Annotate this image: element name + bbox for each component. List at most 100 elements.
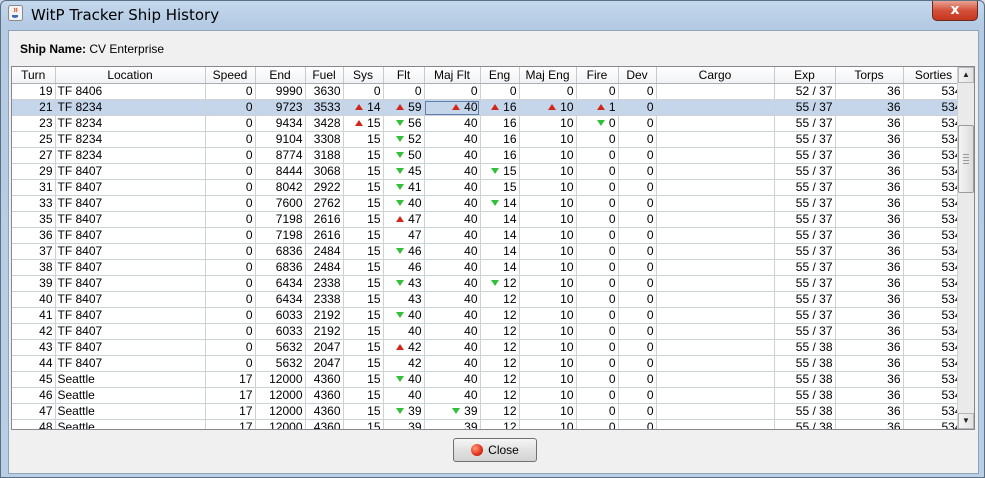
cell-dev[interactable]: 0 <box>618 243 657 260</box>
cell-speed[interactable]: 0 <box>205 211 256 228</box>
cell-eng[interactable]: 16 <box>480 147 520 164</box>
cell-dev[interactable]: 0 <box>618 147 657 164</box>
window-close-button[interactable]: x <box>932 1 978 21</box>
cell-sys[interactable]: 15 <box>343 355 384 372</box>
cell-fire[interactable]: 0 <box>576 403 619 420</box>
cell-dev[interactable]: 0 <box>618 387 657 404</box>
table-row[interactable]: 43 TF 8407 0 5632 2047 15 42 40 12 10 0 0 55 / 38 36 5… <box>12 339 965 356</box>
cell-exp[interactable]: 55 / 37 <box>774 131 836 148</box>
cell-end[interactable]: 7600 <box>255 195 306 212</box>
scroll-down-arrow-icon[interactable]: ▼ <box>958 413 974 429</box>
cell-end[interactable]: 5632 <box>255 339 306 356</box>
cell-turn[interactable]: 33 <box>12 195 56 212</box>
column-header-dev[interactable]: Dev <box>618 67 657 84</box>
cell-cargo[interactable] <box>656 355 775 372</box>
column-header-eng[interactable]: Eng <box>480 67 520 84</box>
cell-maj-eng[interactable]: 10 <box>519 403 577 420</box>
cell-maj-flt[interactable]: 39 <box>424 403 481 420</box>
table-row[interactable]: 45 Seattle 17 12000 4360 15 40 40 12 10 0 0 55 / 38 3… <box>12 371 965 388</box>
cell-eng[interactable]: 12 <box>480 371 520 388</box>
cell-dev[interactable]: 0 <box>618 131 657 148</box>
cell-cargo[interactable] <box>656 243 775 260</box>
cell-maj-eng[interactable]: 10 <box>519 355 577 372</box>
cell-fuel[interactable]: 2616 <box>305 227 344 244</box>
cell-turn[interactable]: 38 <box>12 259 56 276</box>
column-header-flt[interactable]: Flt <box>383 67 425 84</box>
cell-sys[interactable]: 15 <box>343 323 384 340</box>
scroll-up-arrow-icon[interactable]: ▲ <box>958 67 974 83</box>
cell-eng[interactable]: 14 <box>480 243 520 260</box>
cell-maj-flt[interactable]: 40 <box>424 99 481 116</box>
cell-speed[interactable]: 0 <box>205 275 256 292</box>
cell-sorties[interactable]: 534 <box>903 147 965 164</box>
cell-eng[interactable]: 14 <box>480 211 520 228</box>
cell-location[interactable]: Seattle <box>55 371 206 388</box>
cell-sys[interactable]: 15 <box>343 307 384 324</box>
cell-location[interactable]: TF 8407 <box>55 339 206 356</box>
cell-exp[interactable]: 55 / 37 <box>774 243 836 260</box>
cell-location[interactable]: TF 8234 <box>55 115 206 132</box>
cell-fire[interactable]: 0 <box>576 147 619 164</box>
cell-turn[interactable]: 35 <box>12 211 56 228</box>
cell-fuel[interactable]: 3630 <box>305 83 344 100</box>
cell-fire[interactable]: 0 <box>576 131 619 148</box>
cell-location[interactable]: TF 8407 <box>55 275 206 292</box>
cell-speed[interactable]: 0 <box>205 131 256 148</box>
column-header-fuel[interactable]: Fuel <box>305 67 344 84</box>
cell-speed[interactable]: 0 <box>205 355 256 372</box>
cell-fire[interactable]: 0 <box>576 163 619 180</box>
cell-cargo[interactable] <box>656 275 775 292</box>
cell-torps[interactable]: 36 <box>835 131 904 148</box>
cell-flt[interactable]: 59 <box>383 99 425 116</box>
cell-speed[interactable]: 0 <box>205 179 256 196</box>
cell-sorties[interactable]: 534 <box>903 227 965 244</box>
cell-sorties[interactable]: 534 <box>903 403 965 420</box>
cell-exp[interactable]: 55 / 37 <box>774 227 836 244</box>
cell-maj-eng[interactable]: 10 <box>519 227 577 244</box>
cell-speed[interactable]: 0 <box>205 163 256 180</box>
cell-dev[interactable]: 0 <box>618 195 657 212</box>
cell-cargo[interactable] <box>656 403 775 420</box>
cell-dev[interactable]: 0 <box>618 323 657 340</box>
cell-fuel[interactable]: 2192 <box>305 307 344 324</box>
cell-end[interactable]: 5632 <box>255 355 306 372</box>
cell-location[interactable]: TF 8407 <box>55 355 206 372</box>
cell-exp[interactable]: 55 / 37 <box>774 179 836 196</box>
cell-dev[interactable]: 0 <box>618 403 657 420</box>
history-table-container[interactable]: Turn Location Speed End Fuel Sys Flt Maj Flt Eng… <box>11 66 975 430</box>
cell-maj-flt[interactable]: 40 <box>424 371 481 388</box>
cell-flt[interactable]: 39 <box>383 419 425 429</box>
cell-torps[interactable]: 36 <box>835 83 904 100</box>
cell-exp[interactable]: 55 / 37 <box>774 291 836 308</box>
cell-speed[interactable]: 17 <box>205 419 256 429</box>
cell-speed[interactable]: 0 <box>205 147 256 164</box>
cell-flt[interactable]: 50 <box>383 147 425 164</box>
cell-fuel[interactable]: 2484 <box>305 259 344 276</box>
table-row[interactable]: 47 Seattle 17 12000 4360 15 39 39 12 10 0 0 55 / 38 3… <box>12 403 965 420</box>
cell-maj-flt[interactable]: 40 <box>424 291 481 308</box>
vertical-scrollbar[interactable]: ▲ ▼ <box>957 67 974 429</box>
cell-sorties[interactable]: 534 <box>903 355 965 372</box>
cell-location[interactable]: TF 8407 <box>55 163 206 180</box>
table-row[interactable]: 48 Seattle 17 12000 4360 15 39 39 12 10 0 0 55 / 38 3… <box>12 419 965 429</box>
cell-maj-eng[interactable]: 0 <box>519 83 577 100</box>
table-row[interactable]: 44 TF 8407 0 5632 2047 15 42 40 12 10 0 0 55 / 38 36 5… <box>12 355 965 372</box>
cell-dev[interactable]: 0 <box>618 99 657 116</box>
cell-sorties[interactable]: 534 <box>903 339 965 356</box>
cell-torps[interactable]: 36 <box>835 275 904 292</box>
cell-torps[interactable]: 36 <box>835 211 904 228</box>
cell-exp[interactable]: 55 / 37 <box>774 115 836 132</box>
column-header-sys[interactable]: Sys <box>343 67 384 84</box>
cell-turn[interactable]: 36 <box>12 227 56 244</box>
cell-end[interactable]: 8444 <box>255 163 306 180</box>
cell-torps[interactable]: 36 <box>835 371 904 388</box>
cell-fire[interactable]: 0 <box>576 323 619 340</box>
cell-speed[interactable]: 0 <box>205 195 256 212</box>
cell-sorties[interactable]: 534 <box>903 115 965 132</box>
cell-speed[interactable]: 0 <box>205 323 256 340</box>
cell-maj-eng[interactable]: 10 <box>519 307 577 324</box>
cell-location[interactable]: Seattle <box>55 419 206 429</box>
title-bar[interactable]: WitP Tracker Ship History x <box>1 1 984 29</box>
cell-fire[interactable]: 0 <box>576 387 619 404</box>
cell-turn[interactable]: 45 <box>12 371 56 388</box>
